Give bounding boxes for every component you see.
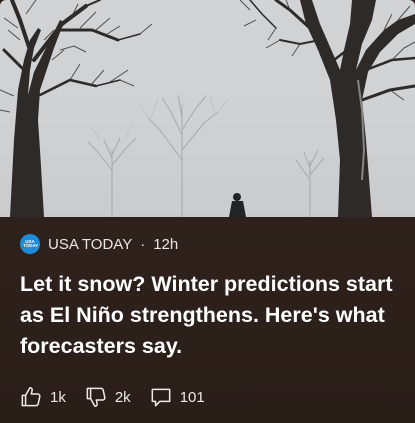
dislike-button[interactable]: 2k — [83, 384, 131, 410]
thumbs-down-icon — [86, 387, 106, 407]
comment-icon — [151, 388, 171, 407]
like-button[interactable]: 1k — [18, 384, 66, 410]
news-card[interactable]: USA TODAY USA TODAY · 12h Let it snow? W… — [0, 0, 415, 423]
like-count: 1k — [50, 388, 66, 406]
logo-text: USA TODAY — [23, 238, 39, 248]
comment-button[interactable]: 101 — [148, 384, 205, 410]
source-separator: · — [140, 235, 146, 253]
comment-count: 101 — [179, 388, 205, 406]
source-name[interactable]: USA TODAY — [48, 236, 132, 253]
article-info-panel: USA TODAY USA TODAY · 12h Let it snow? W… — [0, 217, 415, 423]
article-source[interactable]: USA TODAY USA TODAY · 12h — [20, 234, 178, 254]
usa-today-logo-icon: USA TODAY — [20, 234, 40, 254]
publish-time: 12h — [153, 235, 179, 253]
dislike-count: 2k — [114, 388, 131, 406]
article-image[interactable] — [0, 0, 415, 217]
winter-park-photo — [0, 0, 415, 217]
person-silhouette — [229, 193, 246, 217]
thumbs-up-icon — [21, 387, 41, 407]
reaction-bar: 1k 2k 101 — [18, 384, 222, 410]
article-headline[interactable]: Let it snow? Winter predictions start as… — [20, 269, 395, 362]
